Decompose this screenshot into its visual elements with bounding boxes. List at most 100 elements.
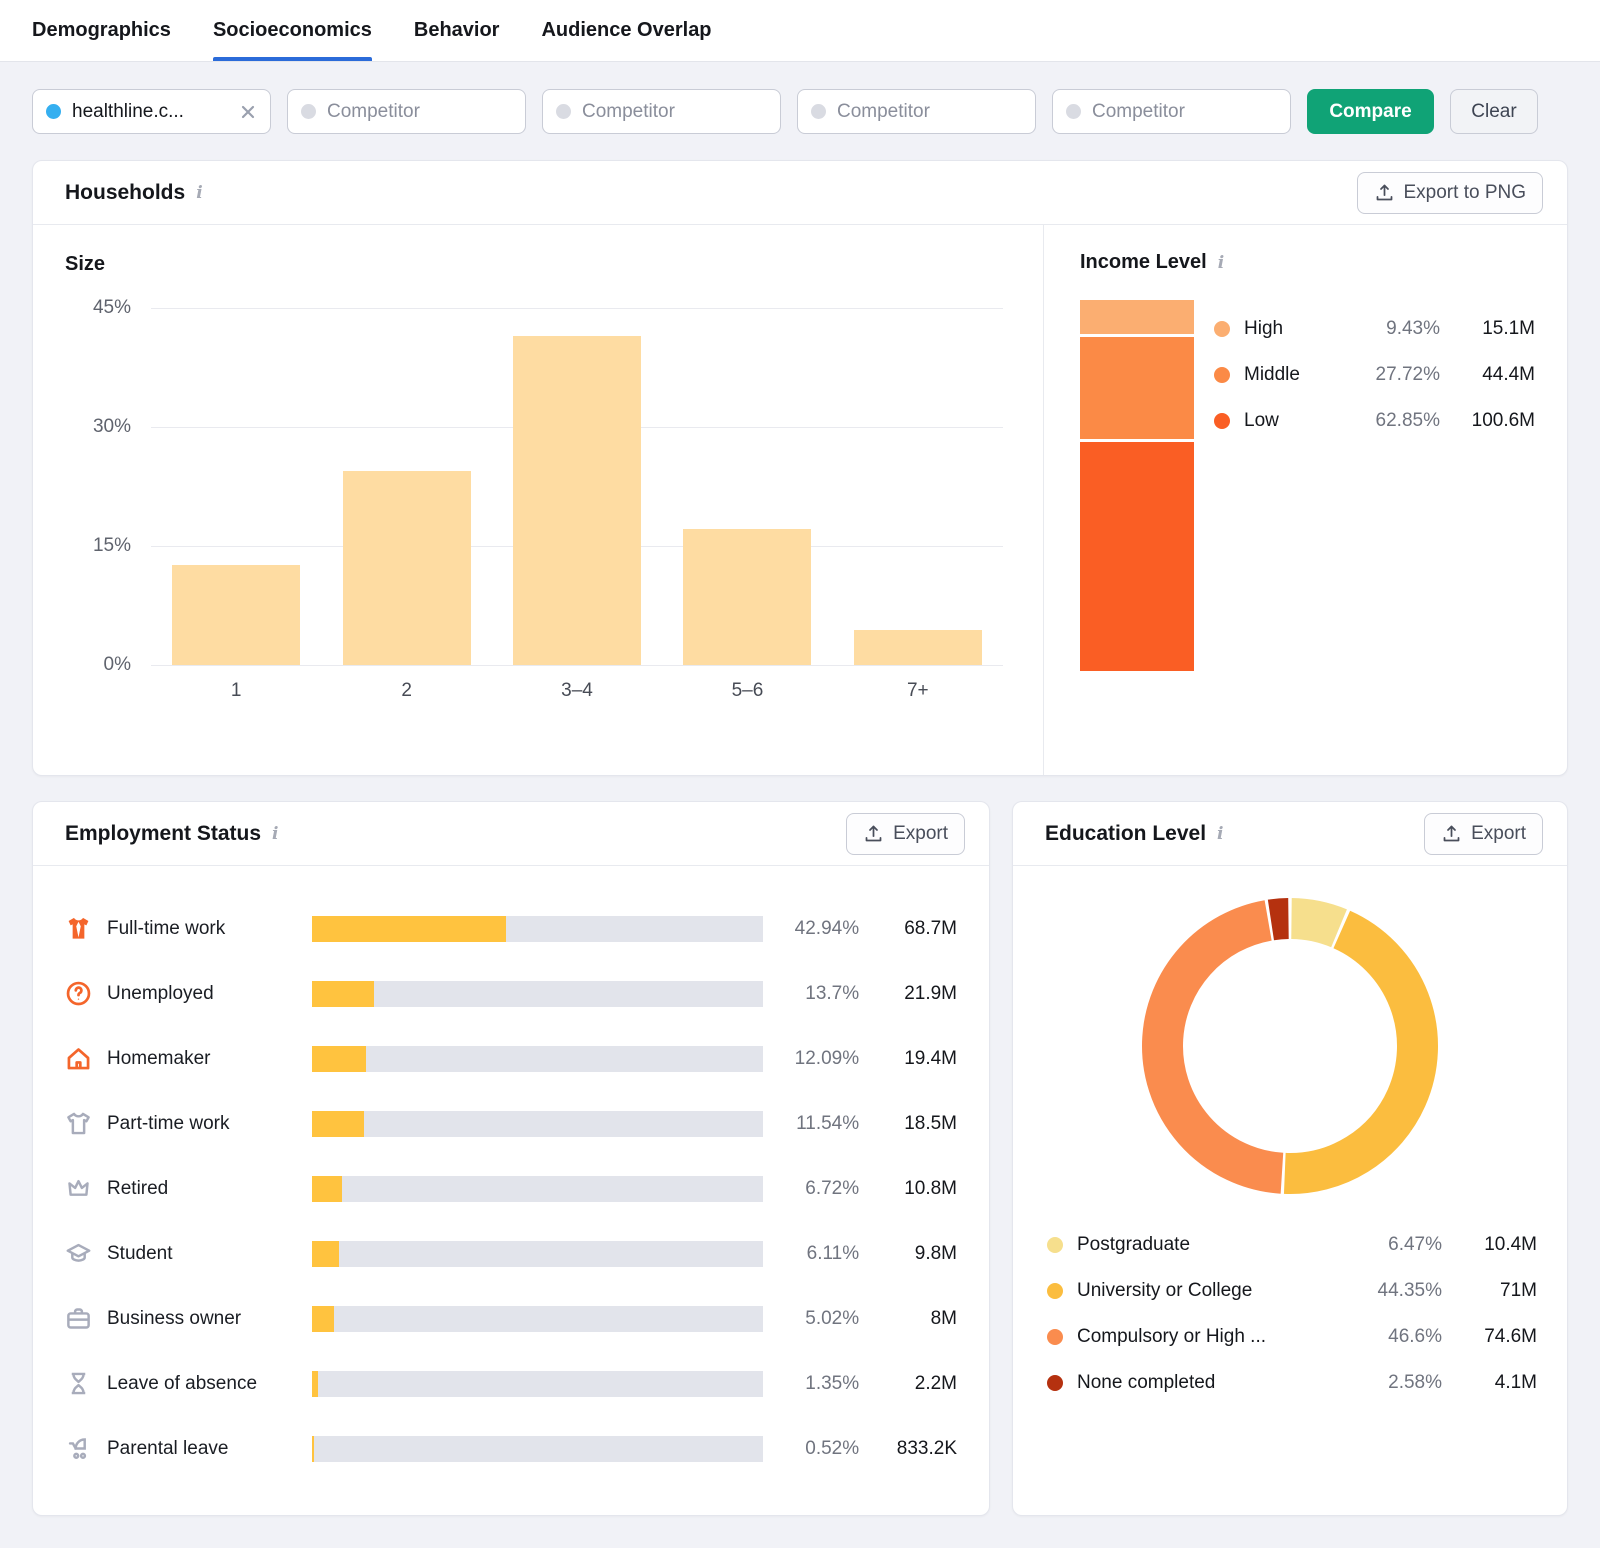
households-header: Households Export to PNG bbox=[33, 161, 1567, 225]
info-icon[interactable] bbox=[1218, 253, 1224, 273]
size-chart-title: Size bbox=[65, 253, 1003, 276]
size-bar-7+[interactable] bbox=[854, 630, 982, 665]
y-axis-tick: 0% bbox=[65, 654, 131, 676]
size-bar-5–6[interactable] bbox=[683, 529, 811, 665]
competitor-chip-4[interactable] bbox=[1052, 89, 1291, 134]
tab-demographics[interactable]: Demographics bbox=[32, 0, 171, 61]
households-title: Households bbox=[65, 181, 185, 205]
employment-bar-fill bbox=[312, 1176, 342, 1202]
info-icon[interactable] bbox=[272, 824, 278, 844]
competitor-chip-3[interactable] bbox=[797, 89, 1036, 134]
employment-percent: 6.11% bbox=[763, 1243, 859, 1265]
competitor-input[interactable] bbox=[837, 101, 1022, 123]
employment-value: 833.2K bbox=[859, 1438, 957, 1460]
size-bar-2[interactable] bbox=[343, 471, 471, 665]
close-icon[interactable] bbox=[239, 103, 257, 121]
competitor-input[interactable] bbox=[582, 101, 767, 123]
employment-label: Unemployed bbox=[107, 983, 312, 1005]
education-legend: Postgraduate6.47%10.4MUniversity or Coll… bbox=[1047, 1222, 1537, 1406]
legend-dot bbox=[1047, 1283, 1063, 1299]
bar-slot bbox=[321, 308, 491, 665]
household-size-bar-chart: 45%30%15%0%123–45–67+ bbox=[65, 308, 1003, 665]
export-to-png-button[interactable]: Export to PNG bbox=[1357, 172, 1544, 214]
employment-bar-track[interactable] bbox=[312, 916, 763, 942]
legend-label: None completed bbox=[1077, 1372, 1334, 1394]
legend-label: University or College bbox=[1077, 1280, 1334, 1302]
size-bar-3–4[interactable] bbox=[513, 336, 641, 665]
competitor-dot bbox=[301, 104, 316, 119]
education-header: Education Level Export bbox=[1013, 802, 1567, 866]
employment-bar-track[interactable] bbox=[312, 1111, 763, 1137]
employment-label: Full-time work bbox=[107, 918, 312, 940]
legend-dot bbox=[1214, 367, 1230, 383]
legend-percent: 27.72% bbox=[1332, 364, 1440, 386]
employment-bar-track[interactable] bbox=[312, 1046, 763, 1072]
clear-button[interactable]: Clear bbox=[1450, 89, 1538, 134]
legend-row-high: High9.43%15.1M bbox=[1214, 306, 1535, 352]
competitor-chip-1[interactable] bbox=[287, 89, 526, 134]
legend-value: 4.1M bbox=[1442, 1372, 1537, 1394]
stroller-icon bbox=[65, 1435, 92, 1462]
employment-row: Retired6.72%10.8M bbox=[65, 1156, 957, 1221]
employment-label: Part-time work bbox=[107, 1113, 312, 1135]
tab-behavior[interactable]: Behavior bbox=[414, 0, 500, 61]
employment-status-card: Employment Status Export Full-time work4… bbox=[32, 801, 990, 1516]
legend-percent: 62.85% bbox=[1332, 410, 1440, 432]
upload-icon bbox=[1374, 182, 1395, 203]
competitor-input[interactable] bbox=[1092, 101, 1277, 123]
employment-export-button[interactable]: Export bbox=[846, 813, 965, 855]
info-icon[interactable] bbox=[196, 183, 202, 203]
legend-percent: 46.6% bbox=[1334, 1326, 1442, 1348]
legend-dot bbox=[1214, 321, 1230, 337]
employment-bar-fill bbox=[312, 1371, 318, 1397]
main-domain-chip[interactable]: healthline.c... bbox=[32, 89, 271, 134]
income-segment-middle[interactable] bbox=[1080, 334, 1194, 438]
legend-value: 10.4M bbox=[1442, 1234, 1537, 1256]
legend-percent: 9.43% bbox=[1332, 318, 1440, 340]
employment-bar-track[interactable] bbox=[312, 1371, 763, 1397]
employment-percent: 12.09% bbox=[763, 1048, 859, 1070]
employment-value: 9.8M bbox=[859, 1243, 957, 1265]
employment-percent: 13.7% bbox=[763, 983, 859, 1005]
income-segment-low[interactable] bbox=[1080, 439, 1194, 671]
employment-bar-track[interactable] bbox=[312, 1176, 763, 1202]
legend-dot bbox=[1214, 413, 1230, 429]
competitor-input[interactable] bbox=[327, 101, 512, 123]
employment-label: Business owner bbox=[107, 1308, 312, 1330]
employment-rows: Full-time work42.94%68.7MUnemployed13.7%… bbox=[33, 866, 989, 1481]
employment-bar-track[interactable] bbox=[312, 1436, 763, 1462]
y-axis-tick: 45% bbox=[65, 297, 131, 319]
employment-value: 2.2M bbox=[859, 1373, 957, 1395]
employment-bar-fill bbox=[312, 1046, 367, 1072]
employment-value: 68.7M bbox=[859, 918, 957, 940]
employment-bar-track[interactable] bbox=[312, 1306, 763, 1332]
employment-title: Employment Status bbox=[65, 822, 261, 846]
x-axis-label: 2 bbox=[321, 680, 491, 702]
competitor-chip-2[interactable] bbox=[542, 89, 781, 134]
y-axis-tick: 30% bbox=[65, 416, 131, 438]
info-icon[interactable] bbox=[1217, 824, 1223, 844]
compare-button[interactable]: Compare bbox=[1307, 89, 1434, 134]
employment-bar-track[interactable] bbox=[312, 1241, 763, 1267]
legend-label: High bbox=[1244, 318, 1332, 340]
employment-bar-track[interactable] bbox=[312, 981, 763, 1007]
education-title: Education Level bbox=[1045, 822, 1206, 846]
employment-row: Leave of absence1.35%2.2M bbox=[65, 1351, 957, 1416]
hourglass-icon bbox=[65, 1370, 92, 1397]
upload-icon bbox=[1441, 823, 1462, 844]
upload-icon bbox=[863, 823, 884, 844]
tab-socioeconomics[interactable]: Socioeconomics bbox=[213, 0, 372, 61]
employment-label: Student bbox=[107, 1243, 312, 1265]
employment-row: Business owner5.02%8M bbox=[65, 1286, 957, 1351]
bar-slot bbox=[492, 308, 662, 665]
employment-label: Homemaker bbox=[107, 1048, 312, 1070]
y-axis-tick: 15% bbox=[65, 535, 131, 557]
education-export-button[interactable]: Export bbox=[1424, 813, 1543, 855]
tab-audience-overlap[interactable]: Audience Overlap bbox=[541, 0, 711, 61]
donut-segment-university-or-college[interactable] bbox=[1140, 896, 1440, 1196]
size-bar-1[interactable] bbox=[172, 565, 300, 665]
compare-filter-bar: healthline.c... Compare Clear bbox=[32, 89, 1568, 134]
households-card: Households Export to PNG Size 45% 30% 15% 0… bbox=[32, 160, 1568, 776]
income-segment-high[interactable] bbox=[1080, 300, 1194, 334]
employment-bar-fill bbox=[312, 916, 506, 942]
